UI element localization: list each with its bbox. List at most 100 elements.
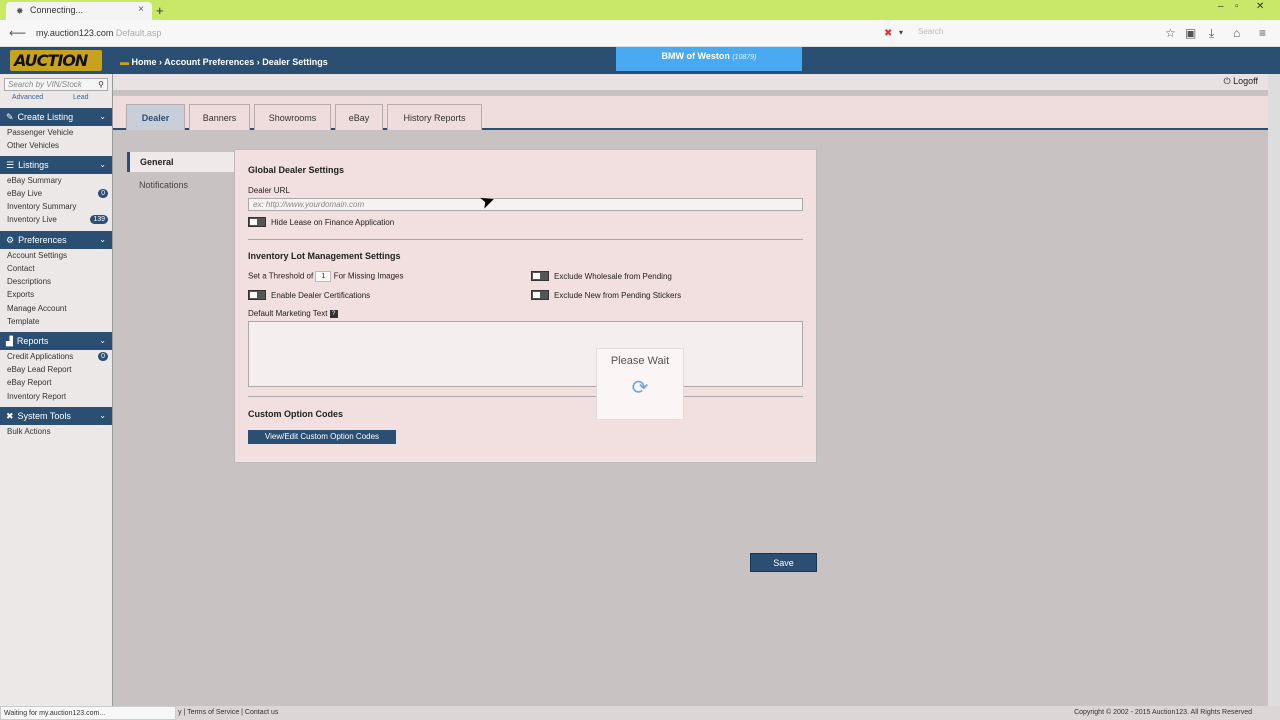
tab-dealer[interactable]: Dealer xyxy=(126,104,185,130)
threshold-row: Set a Threshold of 1 For Missing Images xyxy=(248,271,404,282)
nav-notifications[interactable]: Notifications xyxy=(127,180,188,190)
dealer-certifications-toggle[interactable] xyxy=(248,290,266,300)
count-badge: 0 xyxy=(98,352,108,361)
footer-links[interactable]: y | Terms of Service | Contact us xyxy=(178,709,278,716)
vertical-scrollbar[interactable] xyxy=(1268,74,1280,706)
hide-lease-toggle[interactable] xyxy=(248,217,266,227)
main-content: ⏻ Logoff Dealer Banners Showrooms eBay H… xyxy=(113,74,1280,706)
threshold-prefix: Set a Threshold of xyxy=(248,271,314,281)
sidebar-item-inventory-summary[interactable]: Inventory Summary xyxy=(0,201,112,214)
back-arrow-icon[interactable]: ⟵ xyxy=(9,26,26,40)
vin-search-input[interactable]: Search by VIN/Stock ⚲ xyxy=(4,78,108,91)
custom-option-codes-heading: Custom Option Codes xyxy=(248,409,343,419)
browser-navbar: ⟵ my.auction123.com Default.asp ✖ ▾ Sear… xyxy=(0,20,1280,47)
view-edit-custom-codes-button[interactable]: View/Edit Custom Option Codes xyxy=(248,430,396,444)
item-label: eBay Live xyxy=(7,189,43,198)
sidebar-item-inventory-live[interactable]: Inventory Live 139 xyxy=(0,214,112,227)
exclude-new-toggle[interactable] xyxy=(531,290,549,300)
sidebar-item-ebay-report[interactable]: eBay Report xyxy=(0,377,112,390)
sidebar-section-listings[interactable]: ☰ Listings ⌄ xyxy=(0,156,112,174)
home-icon[interactable]: ⌂ xyxy=(1233,26,1240,40)
sidebar-item-bulk-actions[interactable]: Bulk Actions xyxy=(0,426,112,439)
sidebar-item-contact[interactable]: Contact xyxy=(0,263,112,276)
close-tab-icon[interactable]: × xyxy=(138,4,144,15)
bookmark-star-icon[interactable]: ☆ xyxy=(1165,26,1176,40)
sidebar-item-exports[interactable]: Exports xyxy=(0,289,112,302)
address-bar[interactable]: my.auction123.com Default.asp xyxy=(26,25,856,42)
logoff-button[interactable]: ⏻ Logoff xyxy=(1223,76,1258,87)
sidebar-item-template[interactable]: Template xyxy=(0,316,112,329)
count-badge: 0 xyxy=(98,189,108,198)
maximize-icon[interactable]: ▫ xyxy=(1235,1,1239,12)
tab-history-reports[interactable]: History Reports xyxy=(387,104,482,130)
dealer-certifications-label: Enable Dealer Certifications xyxy=(271,291,371,300)
please-wait-dialog: Please Wait ⟳ xyxy=(596,348,684,420)
wrench-icon: ✖ xyxy=(6,411,14,421)
sidebar-item-ebay-live[interactable]: eBay Live 0 xyxy=(0,188,112,201)
menu-icon[interactable]: ≡ xyxy=(1259,26,1266,40)
sidebar-item-credit-applications[interactable]: Credit Applications 0 xyxy=(0,351,112,364)
threshold-input[interactable]: 1 xyxy=(315,271,332,282)
item-label: Inventory Live xyxy=(7,215,57,224)
copyright-text: Copyright © 2002 - 2015 Auction123. All … xyxy=(1074,709,1252,716)
settings-left-nav: General Notifications xyxy=(127,152,234,462)
chart-icon: ▟ xyxy=(6,336,13,346)
breadcrumb-text[interactable]: Home › Account Preferences › Dealer Sett… xyxy=(132,57,328,67)
hide-lease-label: Hide Lease on Finance Application xyxy=(271,218,395,227)
sidebar-item-account-settings[interactable]: Account Settings xyxy=(0,250,112,263)
nav-general[interactable]: General xyxy=(127,152,234,172)
advanced-search-link[interactable]: Advanced xyxy=(12,94,43,101)
marketing-textarea[interactable] xyxy=(248,321,803,387)
please-wait-text: Please Wait xyxy=(610,355,670,367)
sidebar-item-other-vehicles[interactable]: Other Vehicles xyxy=(0,140,112,153)
window-close-icon[interactable]: ✕ xyxy=(1256,1,1264,12)
exclude-wholesale-label: Exclude Wholesale from Pending xyxy=(554,272,672,281)
global-settings-heading: Global Dealer Settings xyxy=(248,165,345,175)
tab-showrooms[interactable]: Showrooms xyxy=(254,104,331,130)
sidebar-section-create-listing[interactable]: ✎ Create Listing ⌄ xyxy=(0,108,112,126)
sidebar-section-reports[interactable]: ▟ Reports ⌄ xyxy=(0,332,112,350)
chevron-down-icon: ⌄ xyxy=(99,160,106,169)
browser-tab-title: Connecting... xyxy=(30,5,84,15)
dealer-selector[interactable]: BMW of Weston (10879) xyxy=(616,47,802,71)
settings-tabs: Dealer Banners Showrooms eBay History Re… xyxy=(113,96,1268,130)
save-button[interactable]: Save xyxy=(750,553,817,572)
search-icon[interactable]: ⚲ xyxy=(98,79,104,90)
minimize-icon[interactable]: – xyxy=(1218,1,1224,12)
sidebar-item-inventory-report[interactable]: Inventory Report xyxy=(0,391,112,404)
general-settings-panel: Global Dealer Settings Dealer URL ex: ht… xyxy=(234,149,817,463)
dealer-url-input[interactable]: ex: http://www.yourdomain.com xyxy=(248,198,803,211)
folder-icon: ▬ xyxy=(120,57,129,67)
section-label: Preferences xyxy=(18,235,67,245)
sidebar-item-manage-account[interactable]: Manage Account xyxy=(0,303,112,316)
sidebar: Search by VIN/Stock ⚲ Advanced Lead ✎ Cre… xyxy=(0,74,113,706)
loading-spinner-icon: ⟳ xyxy=(631,377,649,399)
threshold-suffix: For Missing Images xyxy=(333,271,404,281)
chevron-down-icon[interactable]: ▾ xyxy=(899,28,903,37)
download-icon[interactable]: ⤓ xyxy=(1209,26,1214,41)
help-icon[interactable]: ? xyxy=(329,309,338,318)
chevron-down-icon: ⌄ xyxy=(99,336,106,345)
new-tab-button[interactable]: + xyxy=(156,3,164,18)
sidebar-item-ebay-summary[interactable]: eBay Summary xyxy=(0,175,112,188)
sidebar-item-ebay-lead-report[interactable]: eBay Lead Report xyxy=(0,364,112,377)
list-icon: ☰ xyxy=(6,160,15,170)
browser-search-input[interactable]: Search xyxy=(918,27,1138,36)
sidebar-section-system-tools[interactable]: ✖ System Tools ⌄ xyxy=(0,407,112,425)
divider xyxy=(248,396,803,397)
clipboard-icon[interactable]: ▣ xyxy=(1185,26,1196,40)
stop-icon[interactable]: ✖ xyxy=(884,28,892,39)
exclude-wholesale-toggle[interactable] xyxy=(531,271,549,281)
count-badge: 139 xyxy=(90,215,108,224)
tab-ebay[interactable]: eBay xyxy=(335,104,383,130)
sidebar-item-descriptions[interactable]: Descriptions xyxy=(0,276,112,289)
tab-banners[interactable]: Banners xyxy=(189,104,250,130)
browser-status-text: Waiting for my.auction123.com... xyxy=(0,706,176,720)
breadcrumb: ▬ Home › Account Preferences › Dealer Se… xyxy=(120,57,328,67)
auction123-logo[interactable]: AUCTION xyxy=(10,50,102,71)
sidebar-section-preferences[interactable]: ⚙ Preferences ⌄ xyxy=(0,231,112,249)
sidebar-item-passenger-vehicle[interactable]: Passenger Vehicle xyxy=(0,127,112,140)
marketing-label: Default Marketing Text xyxy=(248,309,328,318)
lead-search-link[interactable]: Lead xyxy=(73,94,89,101)
browser-tab[interactable]: ✸ Connecting... × xyxy=(6,2,152,20)
